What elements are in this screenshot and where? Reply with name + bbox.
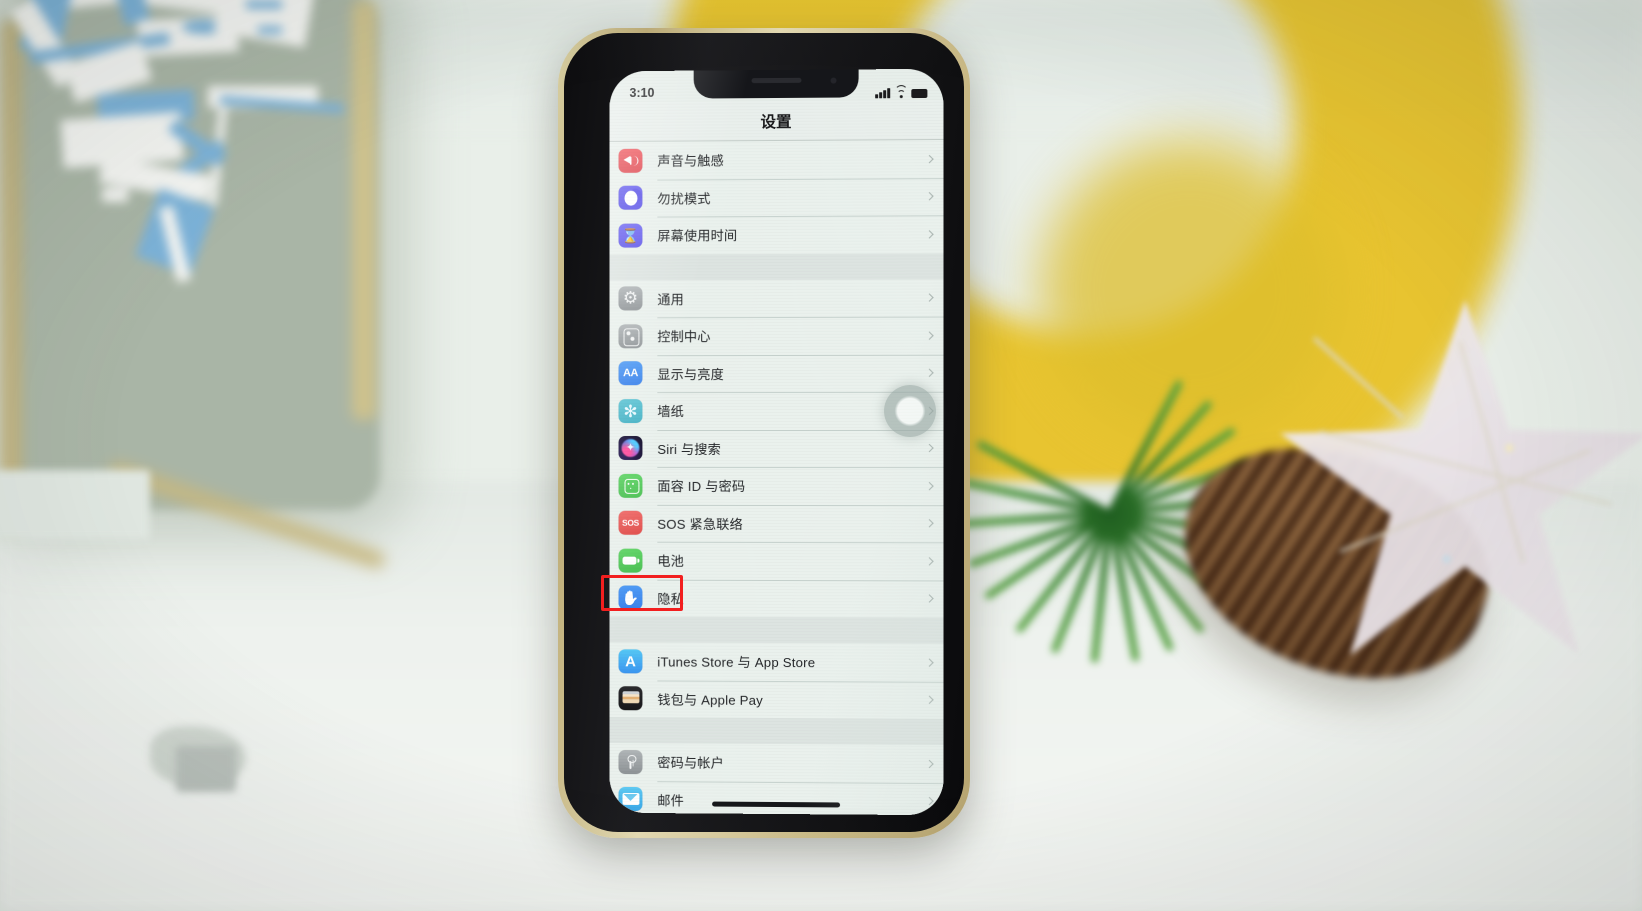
gear-icon bbox=[618, 286, 643, 311]
settings-row-label: SOS 紧急联络 bbox=[657, 516, 743, 532]
settings-row-wallet-apple-pay[interactable]: 钱包与 Apple Pay bbox=[609, 679, 944, 719]
chevron-right-icon bbox=[925, 556, 934, 566]
group-separator bbox=[609, 717, 944, 746]
group-notifications: 声音与触感勿扰模式屏幕使用时间 bbox=[609, 139, 944, 255]
battery-icon bbox=[618, 548, 643, 573]
key-icon bbox=[618, 749, 643, 774]
settings-row-face-id-passcode[interactable]: 面容 ID 与密码 bbox=[609, 466, 944, 505]
chevron-right-icon bbox=[925, 293, 934, 303]
settings-row-label: 控制中心 bbox=[657, 329, 711, 345]
settings-row-label: 电池 bbox=[657, 553, 684, 570]
group-stores: iTunes Store 与 App Store 钱包与 Apple Pay bbox=[609, 642, 944, 719]
chevron-right-icon bbox=[925, 797, 934, 806]
settings-row-itunes-app-store[interactable]: iTunes Store 与 App Store bbox=[609, 642, 944, 682]
status-bar-time: 3:10 bbox=[629, 85, 655, 101]
settings-row-label: iTunes Store 与 App Store bbox=[657, 654, 816, 671]
screen-time-icon bbox=[618, 223, 643, 248]
group-separator bbox=[609, 616, 944, 644]
display-brightness-icon bbox=[618, 361, 643, 386]
settings-row-siri-search[interactable]: Siri 与搜索 bbox=[609, 429, 944, 468]
page-title: 设置 bbox=[760, 113, 792, 132]
chevron-right-icon bbox=[925, 368, 934, 378]
face-id-icon bbox=[618, 473, 643, 498]
chevron-right-icon bbox=[925, 658, 934, 667]
settings-row-label: 声音与触感 bbox=[657, 153, 725, 169]
phone-screen: 3:10 设置 声音与触感勿扰模式屏幕使用时间通用控制中心显示与亮度墙纸 Siri… bbox=[609, 68, 944, 816]
settings-row-general[interactable]: 通用 bbox=[609, 278, 944, 318]
privacy-hand-icon bbox=[618, 585, 643, 610]
background-glitter-star bbox=[1280, 300, 1642, 670]
settings-row-privacy[interactable]: 隐私 bbox=[609, 579, 944, 618]
home-indicator[interactable] bbox=[712, 801, 841, 808]
chevron-right-icon bbox=[925, 444, 934, 453]
settings-list[interactable]: 声音与触感勿扰模式屏幕使用时间通用控制中心显示与亮度墙纸 Siri 与搜索面容 I… bbox=[609, 139, 944, 816]
settings-row-screen-time[interactable]: 屏幕使用时间 bbox=[609, 215, 944, 255]
settings-row-do-not-disturb[interactable]: 勿扰模式 bbox=[609, 177, 944, 217]
chevron-right-icon bbox=[925, 229, 934, 239]
status-bar: 3:10 bbox=[610, 69, 944, 102]
group-separator bbox=[609, 252, 944, 281]
do-not-disturb-icon bbox=[618, 185, 643, 210]
settings-row-label: 墙纸 bbox=[657, 404, 684, 420]
chevron-right-icon bbox=[925, 192, 934, 201]
sound-haptics-icon bbox=[618, 148, 643, 173]
settings-row-label: 密码与帐户 bbox=[657, 755, 725, 771]
cellular-bars-icon bbox=[875, 88, 891, 99]
settings-row-mail[interactable]: 邮件 bbox=[609, 780, 944, 816]
chevron-right-icon bbox=[925, 481, 934, 491]
wallet-icon bbox=[618, 686, 643, 711]
group-system: 通用控制中心显示与亮度墙纸 Siri 与搜索面容 ID 与密码 SOS 紧急联络电池… bbox=[609, 278, 944, 618]
emergency-sos-icon bbox=[618, 511, 643, 536]
settings-row-label: 显示与亮度 bbox=[657, 366, 725, 382]
chevron-right-icon bbox=[925, 519, 934, 528]
settings-row-control-center[interactable]: 控制中心 bbox=[609, 316, 944, 355]
wallpaper-icon bbox=[618, 398, 643, 423]
settings-row-display-brightness[interactable]: 显示与亮度 bbox=[609, 354, 944, 393]
settings-row-passwords-accounts[interactable]: 密码与帐户 bbox=[609, 742, 944, 783]
settings-row-label: 隐私 bbox=[657, 591, 684, 607]
settings-row-label: 通用 bbox=[657, 292, 684, 308]
settings-row-label: 邮件 bbox=[657, 792, 684, 809]
settings-row-sound-haptics[interactable]: 声音与触感 bbox=[609, 139, 944, 180]
settings-row-label: 屏幕使用时间 bbox=[657, 228, 738, 244]
app-store-icon bbox=[618, 649, 643, 674]
settings-row-label: Siri 与搜索 bbox=[657, 441, 721, 457]
control-center-icon bbox=[618, 324, 643, 349]
chevron-right-icon bbox=[925, 594, 934, 603]
battery-full-icon bbox=[911, 88, 928, 99]
chevron-right-icon bbox=[925, 759, 934, 768]
settings-row-label: 钱包与 Apple Pay bbox=[657, 692, 763, 708]
touch-indicator bbox=[884, 385, 936, 437]
mail-icon bbox=[618, 787, 643, 812]
siri-icon bbox=[618, 436, 643, 461]
wifi-icon bbox=[894, 85, 908, 99]
settings-row-label: 勿扰模式 bbox=[657, 191, 711, 207]
nav-bar: 设置 bbox=[609, 99, 944, 142]
photo-scene: 3:10 设置 声音与触感勿扰模式屏幕使用时间通用控制中心显示与亮度墙纸 Siri… bbox=[0, 0, 1642, 911]
settings-row-emergency-sos[interactable]: SOS 紧急联络 bbox=[609, 504, 944, 543]
chevron-right-icon bbox=[925, 695, 934, 705]
settings-row-battery[interactable]: 电池 bbox=[609, 541, 944, 580]
settings-row-label: 面容 ID 与密码 bbox=[657, 479, 746, 495]
chevron-right-icon bbox=[925, 154, 934, 164]
chevron-right-icon bbox=[925, 331, 934, 340]
